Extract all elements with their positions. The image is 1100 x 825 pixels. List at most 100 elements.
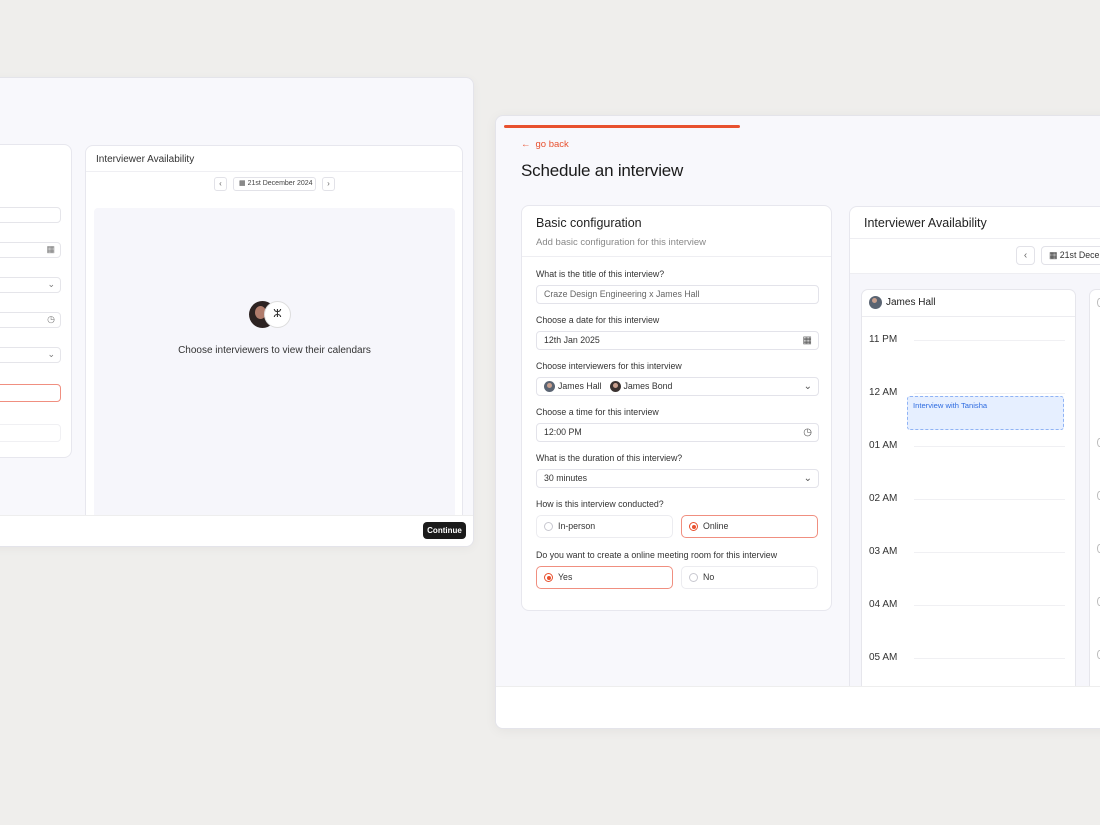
meeting-question: Do you want to create a online meeting r… (536, 550, 778, 560)
hour-line (914, 499, 1065, 500)
date-question: Choose a date for this interview (536, 315, 660, 325)
left-field-1[interactable] (0, 207, 61, 223)
go-back-link[interactable]: ← go back (521, 139, 569, 150)
prev-date-button[interactable]: ‹ (1016, 246, 1035, 265)
date-value: 12th Jan 2025 (544, 335, 600, 345)
time-value: 12:00 PM (544, 427, 582, 437)
calendar-icon: ▦ (46, 244, 55, 254)
avatar (869, 296, 882, 309)
empty-state: ⵣ Choose interviewers to view their cale… (94, 208, 455, 528)
interviewer-chip: James Hall (544, 378, 602, 395)
prev-date-button[interactable]: ‹ (214, 177, 227, 191)
left-field-last[interactable] (0, 424, 61, 442)
chevron-down-icon: ⌄ (803, 473, 812, 484)
interview-title-input[interactable]: Craze Design Engineering x James Hall (536, 285, 819, 304)
calendar-icon: ▦ (1049, 250, 1060, 260)
hour-label: 02 AM (869, 493, 898, 504)
left-date-picker[interactable]: ▦ 21st December 2024 (233, 177, 316, 191)
calendar-person-name: James Hall (886, 297, 936, 308)
basic-configuration-card: Basic configuration Add basic configurat… (521, 205, 832, 611)
left-duration-field[interactable]: ⌄ (0, 347, 61, 363)
interviewer-chip: James Bond (609, 378, 673, 395)
calendar-icon: ▦ (239, 180, 248, 187)
time-question: Choose a time for this interview (536, 407, 659, 417)
calendar-event[interactable]: Interview with Tanisha (907, 396, 1064, 430)
left-window: ▦ ⌄ ◷ ⌄ nterview Interviewer Availabilit… (0, 77, 474, 547)
avatar-illustration-icon: ⵣ (264, 301, 291, 328)
radio[interactable] (544, 522, 553, 531)
hour-line (914, 393, 1065, 394)
interviewers-question: Choose interviewers for this interview (536, 361, 682, 371)
clock-icon: ◷ (47, 314, 55, 324)
divider (86, 171, 462, 172)
go-back-label: go back (535, 139, 569, 150)
chevron-down-icon: ⌄ (47, 279, 55, 289)
mode-option-in-person[interactable]: In-person (536, 515, 673, 538)
option-label: In-person (558, 521, 596, 531)
hour-line (914, 446, 1065, 447)
second-interviewer-calendar (1089, 289, 1100, 709)
interviewer-name: James Bond (623, 381, 673, 391)
config-subheading: Add basic configuration for this intervi… (536, 237, 707, 248)
hour-label: 05 AM (869, 652, 898, 663)
arrow-left-icon: ← (521, 139, 531, 150)
radio[interactable] (544, 573, 553, 582)
hour-line (914, 605, 1065, 606)
empty-state-text: Choose interviewers to view their calend… (178, 345, 371, 356)
divider (862, 316, 1075, 317)
calendar-header: James Hall (869, 296, 935, 309)
mode-option-online[interactable]: Online (681, 515, 818, 538)
availability-date: 21st Dece (1059, 250, 1100, 260)
left-footer: Continue (0, 515, 473, 546)
chevron-down-icon: ⌄ (803, 381, 812, 392)
mode-question: How is this interview conducted? (536, 499, 664, 509)
page-title: Schedule an interview (521, 161, 684, 180)
duration-question: What is the duration of this interview? (536, 453, 683, 463)
next-date-button[interactable]: › (322, 177, 335, 191)
hour-label: 12 AM (869, 387, 898, 398)
progress-bar (504, 125, 740, 128)
left-selected-option[interactable] (0, 384, 61, 402)
date-input[interactable]: 12th Jan 2025 ▦ (536, 331, 819, 350)
calendar-icon: ▦ (802, 335, 812, 346)
duration-select[interactable]: 30 minutes ⌄ (536, 469, 819, 488)
config-heading: Basic configuration (536, 216, 642, 230)
option-label: Yes (558, 572, 573, 582)
availability-panel: Interviewer Availability ‹ ▦ 21st Dece J… (849, 206, 1100, 726)
right-window: ← go back Schedule an interview Basic con… (495, 115, 1100, 729)
radio[interactable] (689, 522, 698, 531)
hour-line (914, 658, 1065, 659)
interviewers-select[interactable]: James Hall James Bond ⌄ (536, 377, 819, 396)
clock-icon: ◷ (803, 427, 812, 438)
avatar (544, 381, 555, 392)
meeting-option-no[interactable]: No (681, 566, 818, 589)
left-date-text: 21st December 2024 (247, 180, 313, 187)
option-label: No (703, 572, 715, 582)
calendar-area: James Hall 11 PM 12 AM 01 AM 02 AM 03 AM… (850, 273, 1100, 725)
radio[interactable] (689, 573, 698, 582)
left-form-card: ▦ ⌄ ◷ ⌄ nterview (0, 144, 72, 458)
left-time-field[interactable]: ◷ (0, 312, 61, 328)
title-question: What is the title of this interview? (536, 269, 665, 279)
date-picker[interactable]: ▦ 21st Dece (1041, 246, 1100, 265)
left-date-field[interactable]: ▦ (0, 242, 61, 258)
time-input[interactable]: 12:00 PM ◷ (536, 423, 819, 442)
hour-label: 04 AM (869, 599, 898, 610)
divider (522, 256, 831, 257)
left-availability-title: Interviewer Availability (96, 154, 195, 165)
interviewer-calendar: James Hall 11 PM 12 AM 01 AM 02 AM 03 AM… (861, 289, 1076, 709)
interviewer-name: James Hall (558, 381, 602, 391)
duration-value: 30 minutes (544, 473, 588, 483)
chevron-down-icon: ⌄ (47, 349, 55, 359)
hour-label: 11 PM (869, 334, 898, 345)
right-footer (496, 686, 1100, 728)
left-select-field[interactable]: ⌄ (0, 277, 61, 293)
hour-label: 01 AM (869, 440, 898, 451)
meeting-option-yes[interactable]: Yes (536, 566, 673, 589)
hour-label: 03 AM (869, 546, 898, 557)
continue-button[interactable]: Continue (423, 522, 466, 539)
availability-title: Interviewer Availability (864, 216, 987, 230)
left-availability-panel: Interviewer Availability ‹ ▦ 21st Decemb… (85, 145, 463, 546)
avatar (609, 381, 621, 392)
divider (850, 238, 1100, 239)
